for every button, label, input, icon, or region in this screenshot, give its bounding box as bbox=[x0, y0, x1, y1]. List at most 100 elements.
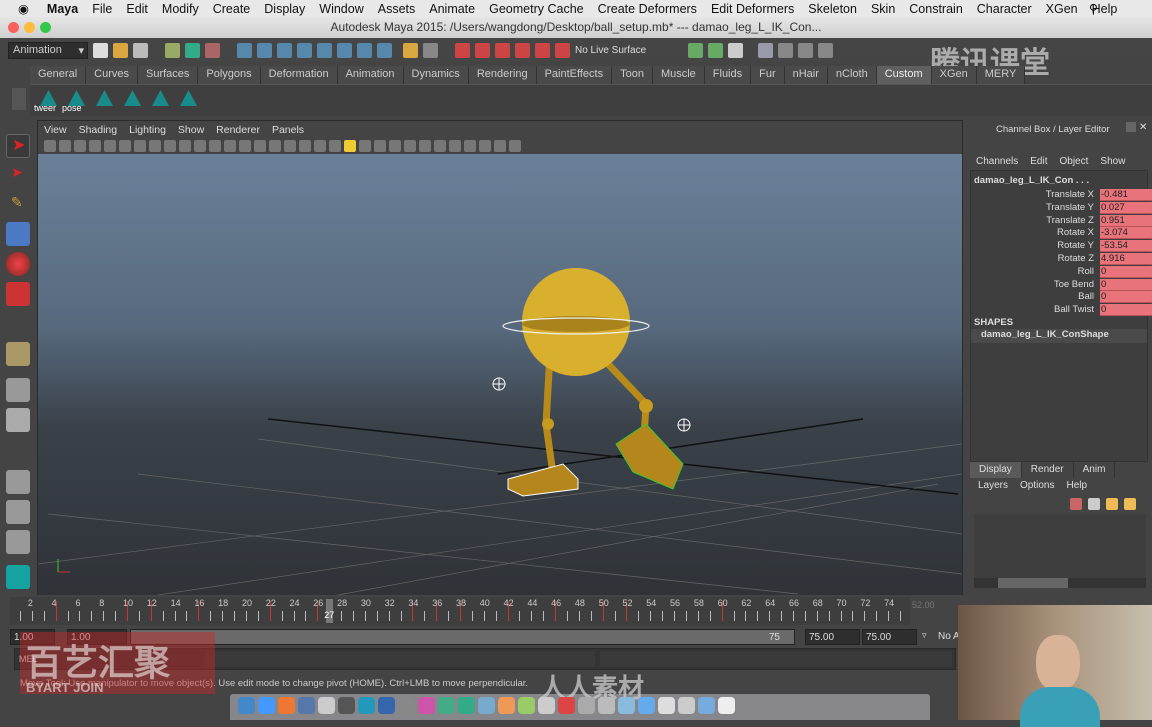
snap-point-icon[interactable] bbox=[495, 42, 510, 58]
channel-value[interactable]: -53.54 bbox=[1100, 240, 1152, 253]
menu-display[interactable]: Display bbox=[264, 2, 305, 16]
channel-menu-channels[interactable]: Channels bbox=[976, 156, 1018, 167]
menu-constrain[interactable]: Constrain bbox=[909, 2, 963, 16]
layer-option-icon[interactable] bbox=[1106, 498, 1118, 510]
shelf-tab-curves[interactable]: Curves bbox=[86, 66, 138, 84]
dock-app-icon[interactable] bbox=[318, 697, 335, 714]
search-icon[interactable]: ⚲ bbox=[1089, 1, 1098, 16]
dock-app-icon[interactable] bbox=[258, 697, 275, 714]
channel-row[interactable]: Rotate X -3.074 bbox=[971, 227, 1152, 240]
viewport-tool-icon[interactable] bbox=[359, 139, 371, 152]
dock-app-icon[interactable] bbox=[578, 697, 595, 714]
scale-tool-icon[interactable] bbox=[6, 282, 30, 306]
float-panel-icon[interactable] bbox=[1126, 122, 1136, 132]
select-surface-icon[interactable] bbox=[297, 42, 312, 58]
shelf-tab-animation[interactable]: Animation bbox=[337, 66, 404, 84]
select-rendering-icon[interactable] bbox=[357, 42, 372, 58]
layer-option2-icon[interactable] bbox=[1124, 498, 1136, 510]
render-view-icon[interactable] bbox=[758, 42, 773, 58]
viewport-menu-show[interactable]: Show bbox=[178, 124, 204, 136]
rotate-tool-icon[interactable] bbox=[6, 252, 30, 276]
layer-menu-options[interactable]: Options bbox=[1020, 480, 1054, 491]
shelf-button[interactable] bbox=[178, 87, 198, 115]
shelf-tab-polygons[interactable]: Polygons bbox=[198, 66, 261, 84]
layer-scrollbar[interactable] bbox=[974, 578, 1146, 588]
new-layer-icon[interactable] bbox=[1070, 498, 1082, 510]
select-component-icon[interactable] bbox=[205, 42, 220, 58]
shelf-button[interactable] bbox=[94, 87, 114, 115]
snap-grid-icon[interactable] bbox=[455, 42, 470, 58]
menu-create-deformers[interactable]: Create Deformers bbox=[598, 2, 697, 16]
menu-edit[interactable]: Edit bbox=[126, 2, 148, 16]
shelf-menu-button[interactable] bbox=[12, 88, 26, 110]
dock-app-icon[interactable] bbox=[558, 697, 575, 714]
object-name[interactable]: damao_leg_L_IK_Con . . . bbox=[974, 175, 1089, 186]
channel-value[interactable]: -0.481 bbox=[1100, 189, 1152, 201]
viewport-tool-icon[interactable] bbox=[464, 139, 476, 152]
range-bar[interactable]: 75 bbox=[130, 629, 795, 645]
current-time-field[interactable]: 52.00 bbox=[912, 600, 935, 610]
move-tool-icon[interactable] bbox=[6, 222, 30, 246]
shelf-tab-dynamics[interactable]: Dynamics bbox=[403, 66, 469, 84]
layer-tab-anim[interactable]: Anim bbox=[1074, 462, 1116, 478]
select-curve-icon[interactable] bbox=[277, 42, 292, 58]
shelf-tab-surfaces[interactable]: Surfaces bbox=[137, 66, 199, 84]
viewport-tool-icon[interactable] bbox=[119, 139, 131, 152]
shelf-button[interactable]: pose bbox=[62, 87, 86, 115]
save-scene-icon[interactable] bbox=[133, 42, 148, 58]
dock-app-icon[interactable] bbox=[278, 697, 295, 714]
viewport-tool-icon[interactable] bbox=[299, 139, 311, 152]
viewport-tool-icon[interactable] bbox=[389, 139, 401, 152]
menu-animate[interactable]: Animate bbox=[429, 2, 475, 16]
channel-value[interactable]: 0 bbox=[1100, 278, 1152, 291]
channel-row[interactable]: Ball Twist 0 bbox=[971, 304, 1152, 317]
anim-layer-dropdown-icon[interactable]: ▿ bbox=[922, 630, 927, 641]
viewport-menu-shading[interactable]: Shading bbox=[79, 124, 118, 136]
viewport-tool-icon[interactable] bbox=[179, 139, 191, 152]
menu-create[interactable]: Create bbox=[213, 2, 251, 16]
dock-app-icon[interactable] bbox=[478, 697, 495, 714]
make-live-icon[interactable] bbox=[555, 42, 570, 58]
viewport-tool-icon[interactable] bbox=[74, 139, 86, 152]
layer-menu-layers[interactable]: Layers bbox=[978, 480, 1008, 491]
dock-app-icon[interactable] bbox=[498, 697, 515, 714]
shelf-tab-nhair[interactable]: nHair bbox=[784, 66, 828, 84]
new-scene-icon[interactable] bbox=[93, 42, 108, 58]
layer-tab-render[interactable]: Render bbox=[1022, 462, 1074, 478]
channel-row[interactable]: Toe Bend 0 bbox=[971, 278, 1152, 292]
highlight-selection-icon[interactable] bbox=[423, 42, 438, 58]
lock-selection-icon[interactable] bbox=[403, 42, 418, 58]
shelf-button[interactable]: tweer bbox=[34, 87, 58, 115]
viewport-tool-icon[interactable] bbox=[224, 139, 236, 152]
shelf-tab-mery[interactable]: MERY bbox=[976, 66, 1026, 84]
new-layer-selected-icon[interactable] bbox=[1088, 498, 1100, 510]
layout-persp-icon[interactable] bbox=[6, 378, 30, 402]
layout-single-icon[interactable] bbox=[6, 342, 30, 366]
layout-persp-graph-icon[interactable] bbox=[6, 470, 30, 494]
channel-menu-edit[interactable]: Edit bbox=[1030, 156, 1047, 167]
viewport-tool-icon[interactable] bbox=[164, 139, 176, 152]
viewport-tool-icon[interactable] bbox=[194, 139, 206, 152]
dock-app-icon[interactable] bbox=[698, 697, 715, 714]
mode-selector[interactable]: Animation ▾ bbox=[8, 41, 88, 59]
layout-four-icon[interactable] bbox=[6, 408, 30, 432]
viewport-tool-icon[interactable] bbox=[209, 139, 221, 152]
channel-value[interactable]: 0.951 bbox=[1100, 214, 1152, 227]
viewport-tool-icon[interactable] bbox=[149, 139, 161, 152]
viewport-tool-icon[interactable] bbox=[44, 139, 56, 152]
menu-skeleton[interactable]: Skeleton bbox=[808, 2, 857, 16]
layer-menu-help[interactable]: Help bbox=[1066, 480, 1087, 491]
open-scene-icon[interactable] bbox=[113, 42, 128, 58]
layout-outliner-icon[interactable] bbox=[6, 530, 30, 554]
channel-value[interactable]: 0.027 bbox=[1100, 201, 1152, 214]
channel-row[interactable]: Translate Z 0.951 bbox=[971, 214, 1152, 228]
channel-value[interactable]: 4.916 bbox=[1100, 253, 1152, 265]
layer-tab-display[interactable]: Display bbox=[970, 462, 1022, 478]
shelf-tab-toon[interactable]: Toon bbox=[612, 66, 653, 84]
viewport-tool-icon[interactable] bbox=[419, 139, 431, 152]
ipr-render-icon[interactable] bbox=[798, 42, 813, 58]
channel-row[interactable]: Rotate Z 4.916 bbox=[971, 253, 1152, 266]
shelf-tab-xgen[interactable]: XGen bbox=[931, 66, 977, 84]
menu-geometry-cache[interactable]: Geometry Cache bbox=[489, 2, 583, 16]
apple-icon[interactable]: ◉ bbox=[18, 1, 29, 16]
